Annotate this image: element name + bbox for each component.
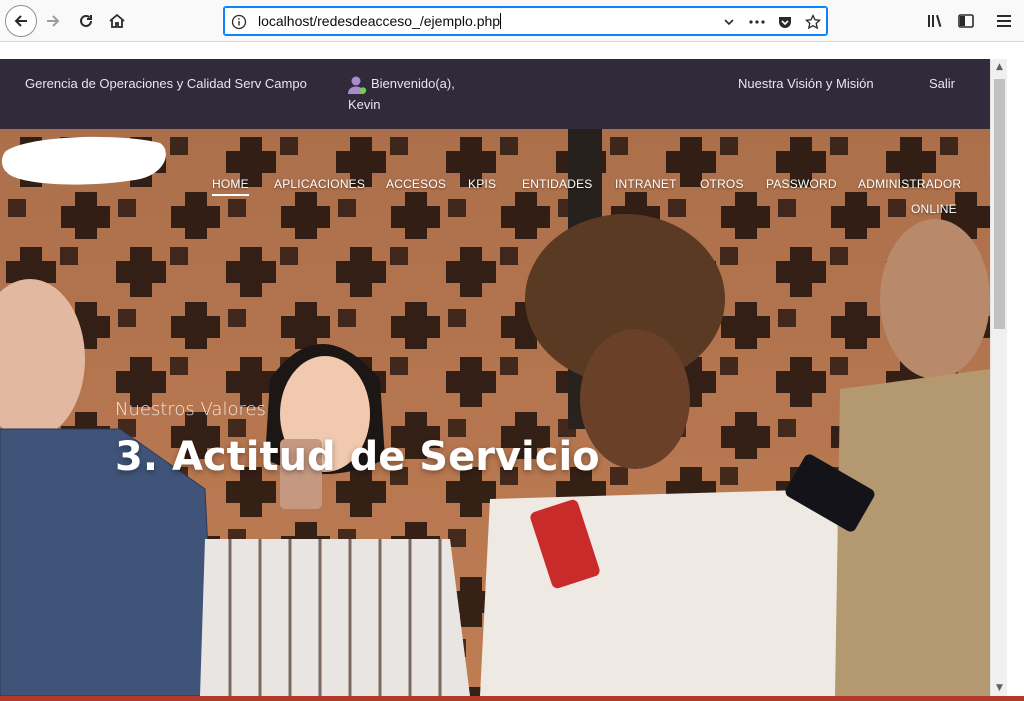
user-icon [348, 76, 367, 94]
hero-banner: HOME APLICACIONES ACCESOS KPIS ENTIDADES… [0, 129, 990, 696]
page-viewport: Gerencia de Operaciones y Calidad Serv C… [0, 42, 990, 696]
vertical-scrollbar[interactable]: ▲ ▼ [990, 59, 1007, 696]
vision-mission-link[interactable]: Nuestra Visión y Misión [738, 76, 874, 91]
nav-otros[interactable]: OTROS [700, 177, 744, 191]
back-button[interactable] [5, 5, 37, 37]
pocket-icon[interactable] [776, 13, 794, 31]
home-icon [109, 13, 125, 28]
nav-accesos[interactable]: ACCESOS [386, 177, 446, 191]
library-icon [928, 14, 942, 27]
nav-online[interactable]: ONLINE [911, 202, 957, 216]
brand-text[interactable]: Gerencia de Operaciones y Calidad Serv C… [25, 76, 307, 91]
nav-aplicaciones[interactable]: APLICACIONES [274, 177, 365, 191]
nav-intranet[interactable]: INTRANET [615, 177, 677, 191]
welcome-text: Bienvenido(a), [371, 76, 455, 91]
scroll-down-icon[interactable]: ▼ [994, 682, 1005, 694]
scroll-up-icon[interactable]: ▲ [994, 61, 1005, 73]
window-edge [1007, 42, 1024, 696]
menu-icon [997, 15, 1011, 27]
scroll-thumb[interactable] [994, 79, 1005, 329]
nav-entidades[interactable]: ENTIDADES [522, 177, 592, 191]
main-nav: HOME APLICACIONES ACCESOS KPIS ENTIDADES… [0, 177, 990, 227]
reload-button[interactable] [71, 6, 101, 36]
hero-subtitle: Nuestros Valores [115, 399, 266, 420]
taskbar-strip [0, 696, 1024, 701]
reload-icon [80, 14, 92, 27]
username: Kevin [348, 97, 381, 112]
info-icon[interactable] [231, 14, 247, 30]
forward-icon [47, 15, 60, 27]
nav-home[interactable]: HOME [212, 177, 249, 196]
site-header: Gerencia de Operaciones y Calidad Serv C… [0, 59, 990, 129]
star-icon[interactable] [804, 13, 822, 31]
menu-button[interactable] [989, 6, 1019, 36]
nav-password[interactable]: PASSWORD [766, 177, 837, 191]
logout-link[interactable]: Salir [929, 76, 955, 91]
more-icon[interactable] [748, 13, 766, 31]
nav-kpis[interactable]: KPIS [468, 177, 496, 191]
url-text[interactable]: localhost/redesdeacceso_/ejemplo.php [258, 13, 502, 29]
forward-button[interactable] [38, 6, 68, 36]
sidebar-button[interactable] [951, 6, 981, 36]
chevron-down-icon[interactable] [720, 13, 738, 31]
url-bar[interactable]: localhost/redesdeacceso_/ejemplo.php [223, 6, 828, 36]
back-icon [14, 15, 27, 27]
nav-administrador[interactable]: ADMINISTRADOR [858, 177, 961, 191]
sidebar-icon [958, 14, 974, 28]
hero-title: 3. Actitud de Servicio [115, 434, 600, 480]
home-button[interactable] [102, 6, 132, 36]
library-button[interactable] [920, 6, 950, 36]
browser-toolbar: localhost/redesdeacceso_/ejemplo.php [0, 0, 1024, 42]
